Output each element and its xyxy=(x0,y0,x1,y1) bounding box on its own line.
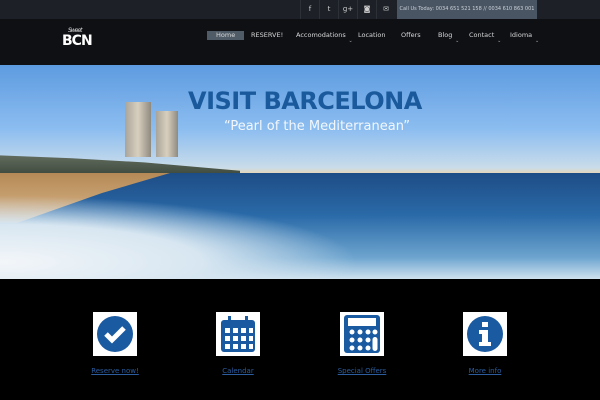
feature-reserve: Reserve now! xyxy=(75,312,155,375)
instagram-icon[interactable]: ◙ xyxy=(357,0,376,19)
nav-home[interactable]: Home xyxy=(207,31,245,40)
call-us-text: Call Us Today: 0034 651 521 158 // 0034 … xyxy=(397,0,537,19)
feature-special-offers: Special Offers xyxy=(322,312,402,375)
nav-label: Blog xyxy=(438,31,453,39)
feature-calendar: Calendar xyxy=(198,312,278,375)
nav-location[interactable]: Location xyxy=(358,31,386,40)
logo-script: Sweet xyxy=(68,27,82,34)
hero-title: VISIT BARCELONA xyxy=(188,87,422,115)
info-icon[interactable] xyxy=(463,312,507,356)
chevron-down-icon: ⌄ xyxy=(348,38,353,44)
logo-text: BCN xyxy=(62,33,93,49)
checkmark-icon[interactable] xyxy=(93,312,137,356)
nav-offers[interactable]: Offers xyxy=(401,31,421,40)
nav-idioma[interactable]: Idioma ⌄ xyxy=(510,31,539,44)
nav-label: Idioma xyxy=(510,31,533,39)
chevron-down-icon: ⌄ xyxy=(534,38,540,44)
facebook-icon[interactable]: f xyxy=(300,0,319,19)
chevron-down-icon: ⌄ xyxy=(455,38,460,44)
calendar-icon[interactable] xyxy=(216,312,260,356)
hero-banner: VISIT BARCELONA “Pearl of the Mediterran… xyxy=(0,65,600,279)
nav-label: Contact xyxy=(469,31,495,39)
twitter-icon[interactable]: t xyxy=(319,0,338,19)
nav-accomodations[interactable]: Accomodations ⌄ xyxy=(296,31,353,44)
reserve-now-link[interactable]: Reserve now! xyxy=(75,367,155,375)
hero-subtitle: “Pearl of the Mediterranean” xyxy=(224,119,410,134)
nav-contact[interactable]: Contact ⌄ xyxy=(469,31,501,44)
nav-label: Accomodations xyxy=(296,31,346,39)
city-skyline xyxy=(0,155,240,175)
nav-blog[interactable]: Blog ⌄ xyxy=(438,31,459,44)
calendar-link[interactable]: Calendar xyxy=(198,367,278,375)
tower xyxy=(156,111,178,157)
nav-reserve[interactable]: RESERVE! xyxy=(251,31,283,40)
calculator-icon[interactable] xyxy=(340,312,384,356)
logo[interactable]: Sweet BCN xyxy=(62,27,93,49)
chevron-down-icon: ⌄ xyxy=(497,38,502,44)
email-icon[interactable]: ✉ xyxy=(376,0,395,19)
feature-more-info: More info xyxy=(445,312,525,375)
google-plus-icon[interactable]: g+ xyxy=(338,0,357,19)
surf xyxy=(0,195,360,279)
more-info-link[interactable]: More info xyxy=(445,367,525,375)
tower xyxy=(125,102,151,157)
special-offers-link[interactable]: Special Offers xyxy=(322,367,402,375)
top-bar: f t g+ ◙ ✉ Call Us Today: 0034 651 521 1… xyxy=(0,0,600,19)
